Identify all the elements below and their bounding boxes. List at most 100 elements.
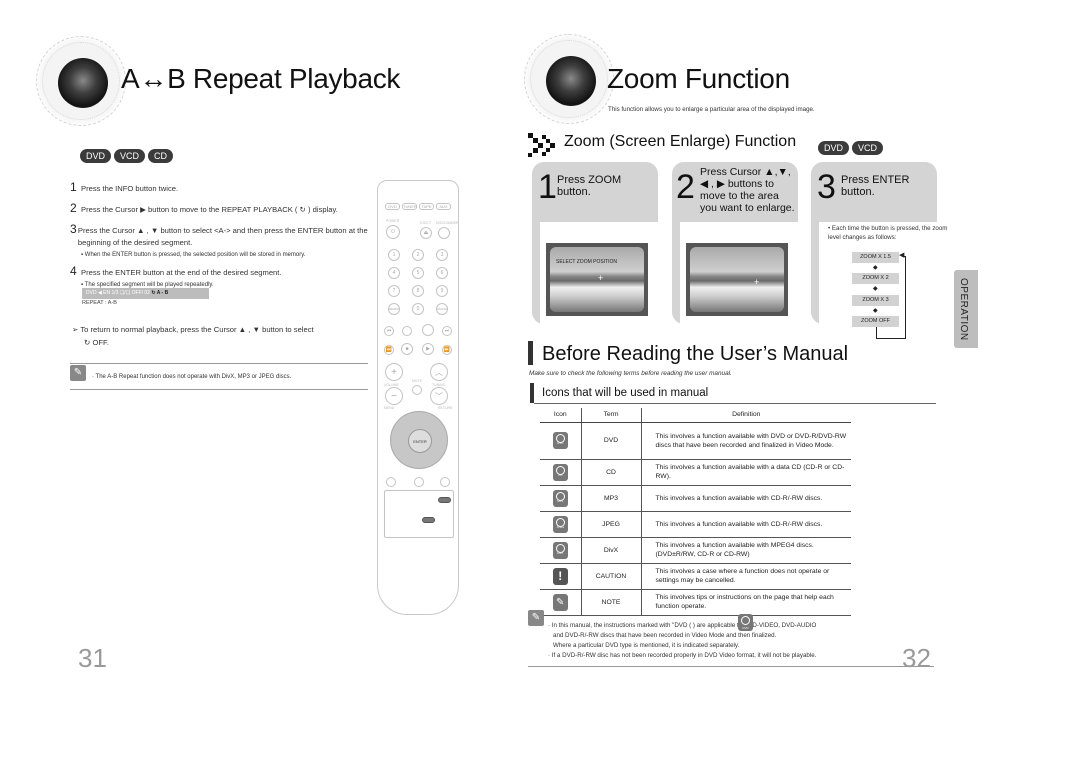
- remote-forward-button: ⏩: [442, 345, 452, 355]
- mp3-disc-icon: MP3: [552, 489, 568, 507]
- table-row: CD CD This involves a function available…: [540, 459, 851, 486]
- remote-zoom-button: [422, 517, 435, 523]
- table-row: ! CAUTION This involves a case where a f…: [540, 563, 851, 590]
- step-4: 4 Press the ENTER button at the end of th…: [70, 264, 282, 278]
- badge-vcd: VCD: [852, 141, 884, 155]
- table-row: ✎ NOTE This involves tips or instruction…: [540, 589, 851, 616]
- remote-dimmer-button: [438, 227, 450, 239]
- footnote-2: and DVD-R/-RW discs that have been recor…: [553, 632, 777, 639]
- remote-source-dvd: DVD: [385, 203, 400, 210]
- speaker-logo-icon: [36, 36, 126, 126]
- remote-key-7: 7: [388, 285, 400, 297]
- badge-dvd: DVD: [80, 149, 112, 163]
- page-number-left: 31: [78, 643, 107, 673]
- zoom-screen-photo-1: SELECT ZOOM POSITION +: [546, 243, 648, 316]
- remote-key-2: 2: [412, 249, 424, 261]
- remote-mute-button: [412, 385, 422, 395]
- table-row: JPEG JPEG This involves a function avail…: [540, 511, 851, 538]
- before-reading-title: Before Reading the User’s Manual: [542, 343, 849, 365]
- page-title-left: A↔B Repeat Playback: [121, 63, 401, 94]
- return-note: ➢ To return to normal playback, press th…: [72, 325, 314, 347]
- arrow-icon: ➢: [72, 325, 79, 334]
- cd-disc-icon: CD: [552, 463, 568, 481]
- table-row: DVD DVD This involves a function availab…: [540, 422, 851, 460]
- repeat-steps: 1 Press the INFO button twice. 2 Press the…: [70, 180, 370, 294]
- remote-key-5: 5: [412, 267, 424, 279]
- remote-power-button: ⏻: [386, 225, 400, 239]
- remote-key-3: 3: [436, 249, 448, 261]
- zoom-screen-photo-2: +: [686, 243, 788, 316]
- step-3-note: ▪ When the ENTER button is pressed, the …: [81, 252, 306, 258]
- table-header-row: Icon Term Definition: [540, 408, 851, 423]
- remote-volume-up: +: [385, 363, 403, 381]
- remote-tuning-up: ︿: [430, 363, 448, 381]
- remote-control-illustration: DVD TUNER TAPE AUX POWER ⏻ EJECT ⏏ DISCD…: [377, 180, 459, 615]
- footnote-4: · If a DVD-R/-RW disc has not been recor…: [548, 652, 817, 659]
- remote-dpad: ENTER: [390, 411, 448, 469]
- loop-back-arrow: [876, 257, 906, 339]
- divider: [534, 403, 936, 404]
- divider: [528, 666, 934, 667]
- crosshair-icon: +: [598, 273, 604, 283]
- operation-side-tab: OPERATION: [954, 270, 978, 348]
- caution-icon: !: [552, 567, 568, 585]
- section-bar: [530, 383, 534, 403]
- remote-rewind-button: ⏪: [384, 345, 394, 355]
- step-2: 2 Press the Cursor ▶ button to move to th…: [70, 201, 338, 215]
- remote-info-button: [438, 497, 451, 503]
- remote-key-0: 0: [412, 303, 424, 315]
- section-title-zoom: Zoom (Screen Enlarge) Function: [564, 133, 797, 150]
- remote-source-tuner: TUNER: [402, 203, 417, 210]
- badge-dvd: DVD: [818, 141, 850, 155]
- icons-section-title: Icons that will be used in manual: [542, 387, 709, 399]
- page-title-right: Zoom Function: [607, 63, 790, 94]
- remote-volume-down: −: [385, 387, 403, 405]
- remote-tuning-down: ﹀: [430, 387, 448, 405]
- osd-display-bar: DVD ◀ EN 1/3 ❑/❑ OFF/ 02 ↻ A - B: [82, 288, 209, 299]
- remote-key-6: 6: [436, 267, 448, 279]
- remote-next-button: ⏭: [442, 326, 452, 336]
- speaker-logo-icon: [524, 34, 614, 124]
- remote-key-4: 4: [388, 267, 400, 279]
- divider: [70, 363, 368, 364]
- loop-arrowhead-icon: ◀: [899, 252, 905, 259]
- footnotes: · In this manual, the instructions marke…: [548, 621, 816, 661]
- osd-label: REPEAT : A-B: [82, 300, 117, 306]
- dvd-disc-icon: DVD: [552, 432, 568, 449]
- dvd-disc-icon: DVD: [738, 614, 753, 631]
- remote-source-tape: TAPE: [419, 203, 434, 210]
- remote-key-remain: REMAIN: [388, 303, 400, 315]
- divx-disc-icon: DivX: [552, 541, 568, 559]
- osd-repeat-value: ↻ A - B: [151, 290, 169, 296]
- disc-badges-left: DVD VCD CD: [80, 146, 176, 164]
- remote-prev-button: ⏮: [384, 326, 394, 336]
- section-bar: [528, 341, 533, 365]
- note-text-left: · The A-B Repeat function does not opera…: [92, 374, 292, 380]
- divider: [70, 389, 368, 390]
- page-number-right: 32: [902, 643, 931, 673]
- badge-cd: CD: [148, 149, 174, 163]
- remote-key-1: 1: [388, 249, 400, 261]
- section-arrows-icon: [528, 133, 560, 157]
- remote-key-9: 9: [436, 285, 448, 297]
- remote-stop-button: ■: [401, 343, 413, 355]
- step-1: 1 Press the INFO button twice.: [70, 180, 179, 194]
- remote-source-aux: AUX: [436, 203, 451, 210]
- disc-badges-right: DVD VCD: [818, 138, 886, 156]
- remote-step-button: [402, 326, 412, 336]
- step-3-note: • Each time the button is pressed, the z…: [828, 225, 948, 241]
- table-row: DivX DivX This involves a function avail…: [540, 537, 851, 564]
- note-pencil-icon: ✎: [552, 593, 568, 611]
- footnote-1: · In this manual, the instructions marke…: [548, 622, 817, 629]
- remote-play-button: ▶: [422, 343, 434, 355]
- icons-table: Icon Term Definition DVD DVD This involv…: [540, 408, 851, 616]
- page-subtitle: This function allows you to enlarge a pa…: [608, 106, 815, 113]
- badge-vcd: VCD: [114, 149, 146, 163]
- crosshair-icon: +: [754, 277, 760, 287]
- remote-repeat-button: [422, 324, 434, 336]
- note-pencil-icon: ✎: [70, 365, 86, 381]
- step-3: 3 Press the Cursor ▲ , ▼ button to select…: [70, 222, 368, 247]
- table-row: MP3 MP3 This involves a function availab…: [540, 485, 851, 512]
- remote-key-cancel: CANCEL: [436, 303, 448, 315]
- note-pencil-icon: ✎: [528, 610, 544, 626]
